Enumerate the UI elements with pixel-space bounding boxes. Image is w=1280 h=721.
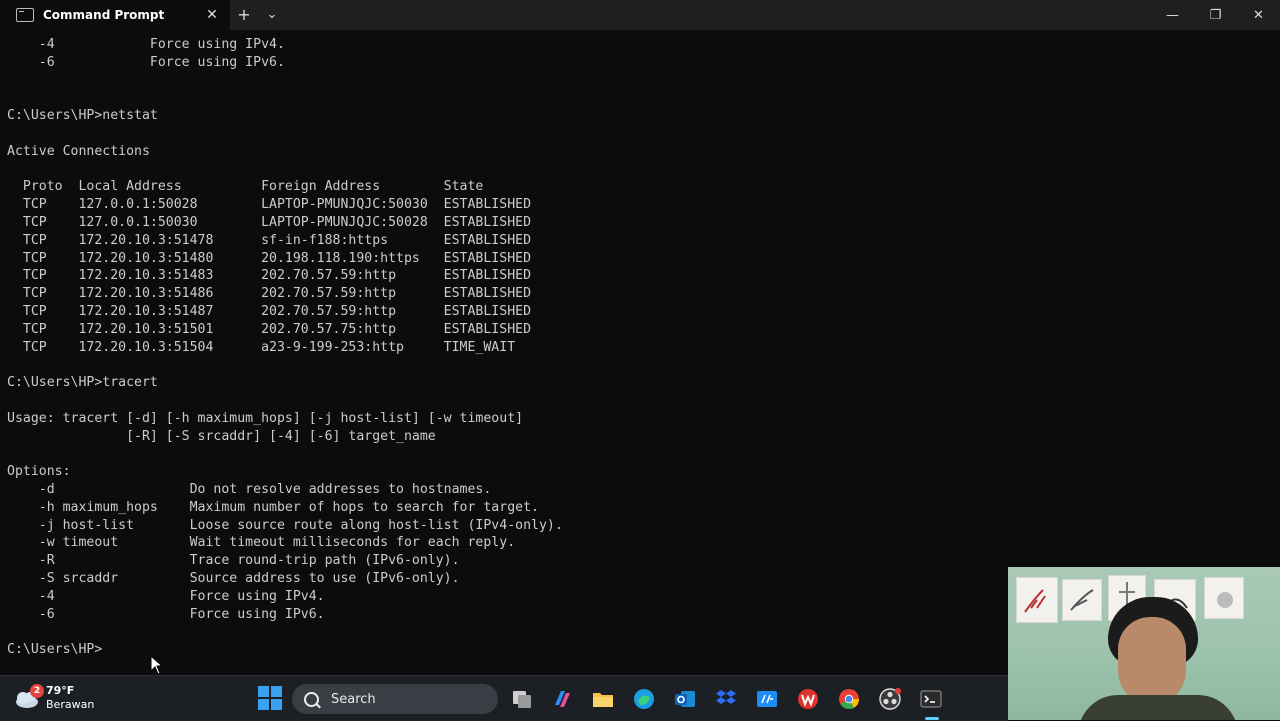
terminal-line: -4 Force using IPv4. bbox=[7, 37, 285, 52]
terminal-line: TCP 172.20.10.3:51501 202.70.57.75:http … bbox=[7, 321, 532, 337]
terminal-line: -4 Force using IPv4. bbox=[7, 588, 325, 604]
start-button[interactable] bbox=[258, 686, 282, 710]
weather-condition: Berawan bbox=[46, 698, 95, 711]
weather-badge: 2 bbox=[30, 684, 44, 698]
mouse-cursor-icon bbox=[150, 655, 164, 675]
webcam-overlay bbox=[1008, 567, 1280, 720]
task-view-icon[interactable] bbox=[509, 686, 535, 712]
terminal-line: TCP 127.0.0.1:50030 LAPTOP-PMUNJQJC:5002… bbox=[7, 214, 532, 230]
title-bar: Command Prompt ✕ + ⌄ — ❐ ✕ bbox=[0, 0, 1280, 30]
wps-office-icon[interactable] bbox=[795, 686, 821, 712]
terminal-line: TCP 172.20.10.3:51486 202.70.57.59:http … bbox=[7, 286, 532, 302]
terminal-line: [-R] [-S srcaddr] [-4] [-6] target_name bbox=[7, 428, 436, 444]
person-body bbox=[1078, 695, 1238, 720]
terminal-line: C:\Users\HP>tracert bbox=[7, 375, 158, 391]
copilot-icon[interactable] bbox=[549, 686, 575, 712]
wall-drawing bbox=[1016, 577, 1058, 623]
wall-drawing bbox=[1062, 579, 1102, 621]
search-icon bbox=[304, 691, 319, 707]
new-tab-button[interactable]: + bbox=[230, 0, 258, 30]
terminal-line: -w timeout Wait timeout milliseconds for… bbox=[7, 535, 516, 551]
terminal-line: -6 Force using IPv6. bbox=[7, 54, 285, 70]
terminal-line: Proto Local Address Foreign Address Stat… bbox=[7, 179, 484, 195]
terminal-output[interactable]: -4 Force using IPv4. -6 Force using IPv6… bbox=[7, 36, 1007, 666]
file-explorer-icon[interactable] bbox=[590, 686, 616, 712]
maximize-button[interactable]: ❐ bbox=[1194, 0, 1237, 30]
tab-command-prompt[interactable]: Command Prompt ✕ bbox=[0, 0, 230, 30]
terminal-line: TCP 172.20.10.3:51504 a23-9-199-253:http… bbox=[7, 339, 516, 355]
taskbar-search[interactable]: Search bbox=[292, 684, 498, 714]
terminal-line: TCP 127.0.0.1:50028 LAPTOP-PMUNJQJC:5003… bbox=[7, 197, 532, 213]
terminal-line: Options: bbox=[7, 464, 71, 480]
terminal-line: -6 Force using IPv6. bbox=[7, 606, 325, 622]
terminal-line: Usage: tracert [-d] [-h maximum_hops] [-… bbox=[7, 410, 524, 426]
search-placeholder: Search bbox=[331, 691, 376, 707]
hp-icon[interactable] bbox=[754, 686, 780, 712]
close-button[interactable]: ✕ bbox=[1237, 0, 1280, 30]
tab-close-button[interactable]: ✕ bbox=[202, 5, 222, 25]
tab-title: Command Prompt bbox=[43, 8, 165, 22]
cmd-icon bbox=[16, 8, 34, 22]
edge-icon[interactable] bbox=[631, 686, 657, 712]
windows-logo-icon bbox=[258, 686, 269, 697]
obs-icon[interactable] bbox=[877, 686, 903, 712]
terminal-line: -R Trace round-trip path (IPv6-only). bbox=[7, 553, 460, 569]
chrome-icon[interactable] bbox=[836, 686, 862, 712]
terminal-line: -j host-list Loose source route along ho… bbox=[7, 517, 563, 533]
terminal-line: TCP 172.20.10.3:51478 sf-in-f188:https E… bbox=[7, 232, 532, 248]
terminal-line: C:\Users\HP>netstat bbox=[7, 108, 158, 124]
terminal-line: -d Do not resolve addresses to hostnames… bbox=[7, 481, 492, 497]
terminal-line: Active Connections bbox=[7, 143, 150, 159]
terminal-line: -h maximum_hops Maximum number of hops t… bbox=[7, 499, 539, 515]
terminal-line: TCP 172.20.10.3:51483 202.70.57.59:http … bbox=[7, 268, 532, 284]
minimize-button[interactable]: — bbox=[1151, 0, 1194, 30]
wall-drawing bbox=[1204, 577, 1244, 619]
tab-dropdown-button[interactable]: ⌄ bbox=[258, 0, 286, 30]
window-controls: — ❐ ✕ bbox=[1151, 0, 1280, 30]
cloud-icon: 2 bbox=[14, 684, 44, 710]
terminal-line: TCP 172.20.10.3:51480 20.198.118.190:htt… bbox=[7, 250, 532, 266]
taskbar: 2 79°F Berawan Search bbox=[0, 675, 1008, 721]
weather-widget[interactable]: 2 79°F Berawan bbox=[14, 684, 94, 712]
weather-temp: 79°F bbox=[46, 684, 75, 697]
terminal-icon[interactable] bbox=[918, 686, 944, 712]
person-face bbox=[1118, 617, 1186, 705]
terminal-line: TCP 172.20.10.3:51487 202.70.57.59:http … bbox=[7, 303, 532, 319]
terminal-line: -S srcaddr Source address to use (IPv6-o… bbox=[7, 570, 460, 586]
dropbox-icon[interactable] bbox=[713, 686, 739, 712]
outlook-icon[interactable] bbox=[672, 686, 698, 712]
